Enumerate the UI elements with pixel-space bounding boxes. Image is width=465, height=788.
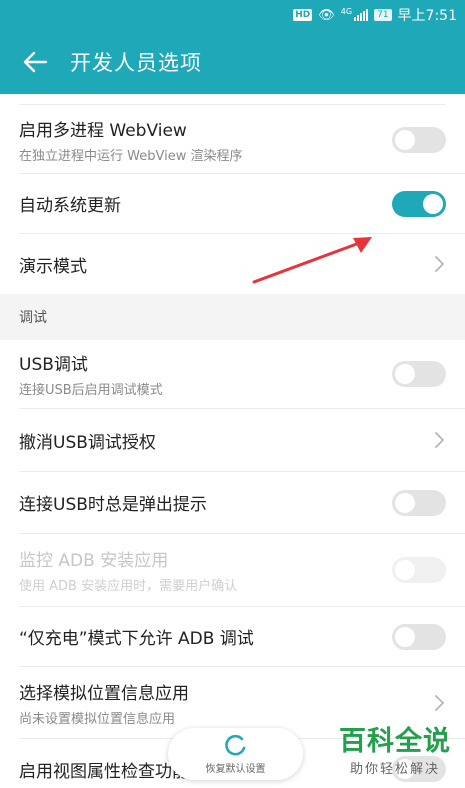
usb-connect-prompt-toggle[interactable]	[392, 489, 446, 516]
back-button[interactable]	[0, 30, 70, 94]
signal-icon	[354, 9, 369, 21]
auto-system-update-toggle[interactable]	[392, 190, 446, 217]
status-bar: HD 👁 4G 71 早上7:51	[0, 0, 465, 30]
status-time: 早上7:51	[397, 8, 457, 24]
chevron-right-icon	[435, 694, 445, 711]
section-label: 调试	[19, 310, 47, 326]
setting-description: 尚未设置模拟位置信息应用	[19, 711, 176, 727]
setting-label: 连接USB时总是弹出提示	[19, 495, 207, 515]
setting-auto-system-update[interactable]: 自动系统更新	[19, 174, 465, 234]
setting-label: 自动系统更新	[19, 196, 121, 216]
battery-icon: 71	[374, 9, 392, 21]
eye-comfort-icon: 👁	[318, 7, 335, 23]
setting-charge-only-adb[interactable]: “仅充电”模式下允许 ADB 调试	[19, 607, 465, 667]
settings-list: 启用多进程 WebView 在独立进程中运行 WebView 渲染程序 自动系统…	[0, 106, 465, 788]
chevron-right-icon	[435, 432, 445, 448]
setting-label: 撤消USB调试授权	[19, 432, 156, 453]
setting-label: 演示模式	[19, 256, 87, 277]
monitor-adb-install-toggle	[392, 557, 446, 583]
setting-label: 监控 ADB 安装应用	[19, 551, 169, 571]
setting-label: 选择模拟位置信息应用	[19, 683, 189, 704]
section-header-debug: 调试	[0, 294, 465, 340]
multiprocess-webview-toggle[interactable]	[392, 126, 446, 153]
usb-debugging-toggle[interactable]	[392, 361, 446, 387]
setting-label: “仅充电”模式下允许 ADB 调试	[19, 629, 254, 649]
setting-label: 启用多进程 WebView	[19, 120, 187, 141]
restore-defaults-button[interactable]: 恢复默认设置	[168, 728, 303, 780]
setting-monitor-adb-install: 监控 ADB 安装应用 使用 ADB 安装应用时，需要用户确认	[19, 534, 465, 607]
network-type: 4G	[340, 7, 353, 16]
chevron-right-icon	[435, 256, 445, 272]
setting-usb-connect-prompt[interactable]: 连接USB时总是弹出提示	[19, 472, 465, 534]
hd-badge: HD	[293, 9, 313, 21]
setting-demo-mode[interactable]: 演示模式	[19, 234, 465, 294]
watermark-main-text: 百科全说	[339, 726, 451, 757]
app-bar: 开发人员选项	[0, 30, 465, 94]
watermark-sub-text: 助你轻松解决	[349, 762, 440, 777]
restore-defaults-label: 恢复默认设置	[205, 763, 266, 775]
back-arrow-icon	[23, 51, 48, 73]
scrolled-item-remnant	[0, 94, 465, 106]
setting-description: 使用 ADB 安装应用时，需要用户确认	[19, 579, 238, 594]
setting-label: 启用视图属性检查功能	[19, 761, 189, 782]
setting-usb-debugging[interactable]: USB调试 连接USB后启用调试模式	[19, 340, 465, 409]
setting-label: USB调试	[19, 355, 88, 375]
restore-icon	[224, 734, 245, 755]
page-title: 开发人员选项	[70, 51, 202, 75]
setting-multiprocess-webview[interactable]: 启用多进程 WebView 在独立进程中运行 WebView 渲染程序	[19, 106, 465, 174]
charge-only-adb-toggle[interactable]	[392, 623, 446, 650]
watermark-logo: 百科全说 助你轻松解决	[335, 726, 455, 782]
setting-description: 在独立进程中运行 WebView 渲染程序	[19, 148, 243, 164]
setting-revoke-usb-auth[interactable]: 撤消USB调试授权	[19, 409, 465, 472]
setting-description: 连接USB后启用调试模式	[19, 383, 163, 398]
